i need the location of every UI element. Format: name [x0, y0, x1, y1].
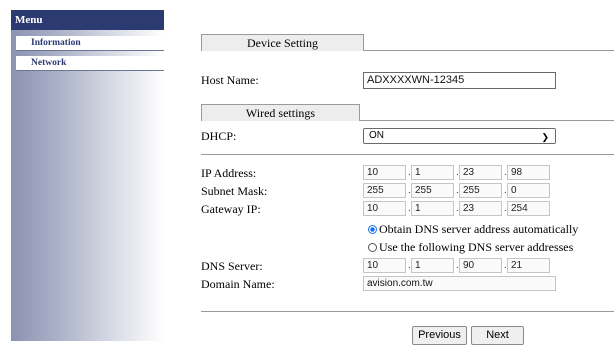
gateway-octet-1[interactable]: 10	[363, 201, 406, 216]
dns-auto-label: Obtain DNS server address automatically	[379, 222, 579, 236]
host-name-input[interactable]: ADXXXXWN-12345	[363, 72, 556, 89]
tab-device-setting: Device Setting	[201, 34, 364, 51]
ip-address-label: IP Address:	[201, 166, 257, 180]
subnet-mask-label: Subnet Mask:	[201, 184, 268, 198]
dns-octet-4[interactable]: 21	[507, 258, 550, 273]
gateway-octet-4[interactable]: 254	[507, 201, 550, 216]
previous-button[interactable]: Previous	[412, 326, 467, 345]
section-divider	[359, 120, 614, 121]
section-divider	[363, 50, 614, 51]
dns-manual-label: Use the following DNS server addresses	[379, 240, 574, 254]
sidebar: Menu Information Network	[11, 10, 164, 341]
section-divider	[201, 154, 614, 155]
chevron-down-icon: ❯	[541, 132, 549, 142]
ip-octet-3[interactable]: 23	[459, 165, 502, 180]
subnet-octet-4[interactable]: 0	[507, 183, 550, 198]
dhcp-selected-value: ON	[369, 130, 384, 141]
dns-octet-2[interactable]: 1	[411, 258, 454, 273]
sidebar-item-information[interactable]: Information	[16, 36, 164, 51]
host-name-label: Host Name:	[201, 73, 259, 87]
sidebar-item-network[interactable]: Network	[16, 56, 164, 71]
dhcp-label: DHCP:	[201, 129, 237, 143]
subnet-octet-1[interactable]: 255	[363, 183, 406, 198]
section-divider	[201, 311, 614, 312]
ip-octet-4[interactable]: 98	[507, 165, 550, 180]
dns-octet-1[interactable]: 10	[363, 258, 406, 273]
gateway-octet-2[interactable]: 1	[411, 201, 454, 216]
menu-header: Menu	[11, 10, 164, 30]
dns-auto-radio[interactable]: Obtain DNS server address automatically	[368, 222, 578, 236]
subnet-octet-3[interactable]: 255	[459, 183, 502, 198]
next-button[interactable]: Next	[471, 326, 524, 345]
domain-name-label: Domain Name:	[201, 277, 275, 291]
tab-wired-settings: Wired settings	[201, 104, 360, 121]
gateway-octet-3[interactable]: 23	[459, 201, 502, 216]
dhcp-select[interactable]: ON ❯	[363, 128, 556, 144]
dns-manual-radio[interactable]: Use the following DNS server addresses	[368, 240, 573, 254]
radio-checked-icon	[368, 225, 377, 234]
ip-octet-2[interactable]: 1	[411, 165, 454, 180]
gateway-ip-label: Gateway IP:	[201, 202, 261, 216]
ip-octet-1[interactable]: 10	[363, 165, 406, 180]
radio-unchecked-icon	[368, 243, 377, 252]
subnet-octet-2[interactable]: 255	[411, 183, 454, 198]
dns-octet-3[interactable]: 90	[459, 258, 502, 273]
domain-name-input[interactable]: avision.com.tw	[363, 276, 556, 291]
dns-server-label: DNS Server:	[201, 259, 263, 273]
